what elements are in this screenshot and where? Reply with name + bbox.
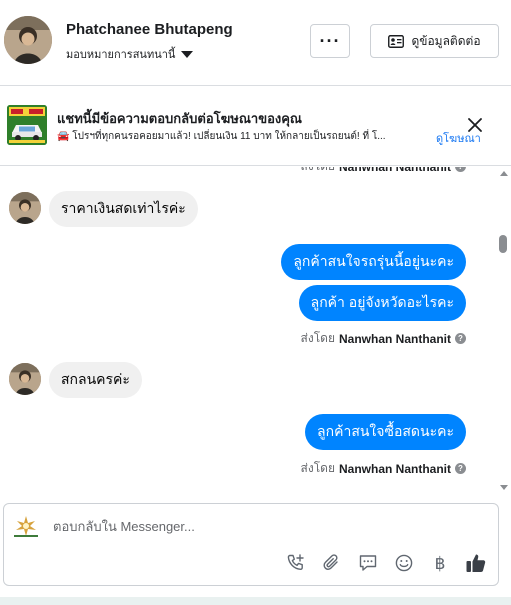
reply-composer: ฿ [3, 503, 499, 586]
caret-down-icon [181, 50, 194, 58]
ad-banner-subtitle: 🚘 โปรฯที่ทุกคนรอคอยมาแล้ว! เปลี่ยนเงิน 1… [57, 131, 386, 142]
scroll-down-arrow-icon[interactable] [500, 485, 508, 490]
view-ad-link[interactable]: ดูโฆษณา [436, 129, 481, 147]
incoming-message[interactable]: สกลนครค่ะ [49, 362, 142, 398]
bottom-strip [0, 597, 511, 605]
sent-by-agent-name: Nanwhan Nanthanit [339, 167, 451, 174]
messenger-inbox-thread: Phatchanee Bhutapeng มอบหมายการสนทนานี้ … [0, 0, 511, 605]
scroll-up-arrow-icon[interactable] [500, 171, 508, 176]
info-icon[interactable]: ? [455, 463, 466, 474]
assign-conversation-dropdown[interactable]: มอบหมายการสนทนานี้ [66, 45, 194, 63]
contact-avatar-small [9, 363, 41, 395]
contact-avatar[interactable] [4, 16, 52, 64]
message-thread[interactable]: ส่งโดย Nanwhan Nanthanit ? ราคาเงินสดเท่… [0, 167, 511, 497]
sent-by-prefix: ส่งโดย [300, 331, 335, 345]
sent-by-label: ส่งโดย Nanwhan Nanthanit ? [301, 329, 466, 348]
conversation-header: Phatchanee Bhutapeng มอบหมายการสนทนานี้ … [0, 0, 511, 86]
sent-by-label: ส่งโดย Nanwhan Nanthanit ? [301, 459, 466, 478]
outgoing-message[interactable]: ลูกค้าสนใจซื้อสดนะคะ [305, 414, 466, 450]
contact-avatar-small [9, 192, 41, 224]
ad-banner-title: แชทนี้มีข้อความตอบกลับต่อโฆษณาของคุณ [57, 111, 302, 126]
sent-by-agent-name: Nanwhan Nanthanit [338, 331, 451, 346]
page-logo-icon [14, 516, 38, 537]
sent-by-label: ส่งโดย Nanwhan Nanthanit ? [301, 167, 466, 176]
call-add-icon[interactable] [285, 552, 307, 574]
saved-reply-icon[interactable] [357, 552, 379, 574]
assign-label: มอบหมายการสนทนานี้ [66, 49, 176, 61]
sent-by-agent-name: Nanwhan Nanthanit [338, 461, 451, 476]
contact-name[interactable]: Phatchanee Bhutapeng [66, 21, 233, 38]
thumbs-up-icon[interactable] [465, 552, 487, 574]
attachment-icon[interactable] [321, 552, 343, 574]
incoming-message[interactable]: ราคาเงินสดเท่าไรค่ะ [49, 191, 198, 227]
emoji-icon[interactable] [393, 552, 415, 574]
ad-reply-banner: แชทนี้มีข้อความตอบกลับต่อโฆษณาของคุณ 🚘 โ… [0, 86, 511, 166]
info-icon[interactable]: ? [455, 167, 466, 172]
outgoing-message[interactable]: ลูกค้า อยู่จังหวัดอะไรคะ [298, 285, 466, 321]
outgoing-message[interactable]: ลูกค้าสนใจรถรุ่นนี้อยู่นะคะ [281, 244, 466, 280]
view-contact-info-button[interactable]: ดูข้อมูลติดต่อ [370, 24, 499, 58]
ad-thumbnail[interactable] [7, 105, 47, 145]
contact-card-icon [388, 34, 405, 48]
view-contact-info-label: ดูข้อมูลติดต่อ [411, 33, 481, 48]
scrollbar-thumb[interactable] [499, 235, 507, 253]
reply-input[interactable] [53, 516, 473, 536]
baht-icon[interactable]: ฿ [429, 552, 451, 574]
more-options-button[interactable]: ··· [310, 24, 350, 58]
info-icon[interactable]: ? [455, 333, 466, 344]
sent-by-prefix: ส่งโดย [300, 461, 335, 475]
baht-symbol: ฿ [434, 553, 446, 573]
sent-by-prefix: ส่งโดย [301, 167, 335, 176]
